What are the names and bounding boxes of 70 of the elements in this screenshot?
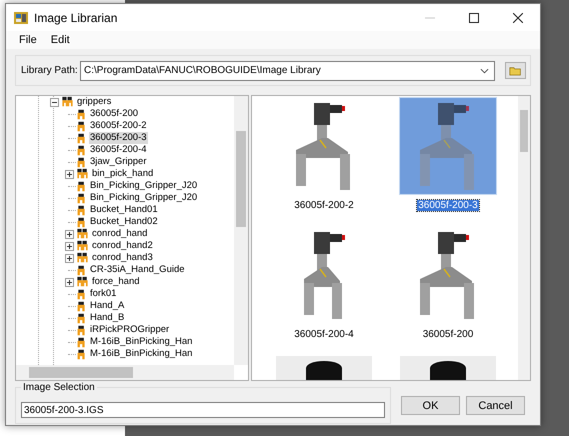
image-selection-label: Image Selection xyxy=(21,382,97,393)
gripper-icon xyxy=(76,300,87,312)
gripper-icon xyxy=(76,108,87,120)
expand-icon[interactable] xyxy=(64,254,74,262)
expand-icon[interactable] xyxy=(64,230,74,238)
gripper-group-icon xyxy=(76,276,89,288)
gripper-icon xyxy=(76,132,87,144)
tree-item[interactable]: force_hand xyxy=(91,276,141,288)
tree-item[interactable]: 36005f-200-3 xyxy=(89,132,148,144)
gripper-icon xyxy=(76,336,87,348)
menu-item[interactable]: Edit xyxy=(44,34,77,46)
tree-item[interactable]: 36005f-200 xyxy=(89,108,140,120)
scrollbar[interactable] xyxy=(234,96,248,365)
dialog-button[interactable]: Cancel xyxy=(466,396,525,415)
dialog-button[interactable]: OK xyxy=(401,396,460,415)
tree-item[interactable]: Bin_Picking_Gripper_J20 xyxy=(89,180,198,192)
thumbnail-label[interactable]: 36005f-200-3 xyxy=(417,200,479,211)
gripper-icon xyxy=(76,144,87,156)
gripper-icon xyxy=(76,216,87,228)
app-icon xyxy=(13,10,29,26)
gripper-icon xyxy=(76,156,87,168)
gripper-group-icon xyxy=(76,240,89,252)
tree-item[interactable]: Hand_B xyxy=(89,312,126,324)
tree-item[interactable]: conrod_hand2 xyxy=(91,240,154,252)
tree-item[interactable]: Bucket_Hand02 xyxy=(89,216,159,228)
gripper-group-icon xyxy=(61,96,74,108)
image-selection-field[interactable]: 36005f-200-3.IGS xyxy=(21,402,385,418)
gripper-icon xyxy=(76,312,87,324)
tree-item[interactable]: M-16iB_BinPicking_Han xyxy=(89,348,194,360)
gripper-icon xyxy=(76,264,87,276)
gripper-icon xyxy=(76,348,87,360)
tree-item[interactable]: 36005f-200-4 xyxy=(89,144,148,156)
library-path-dropdown[interactable]: C:\ProgramData\FANUC\ROBOGUIDE\Image Library xyxy=(80,60,495,80)
gripper-icon xyxy=(76,192,87,204)
gripper-icon xyxy=(76,120,87,132)
gripper-icon xyxy=(76,180,87,192)
tree-item[interactable]: fork01 xyxy=(89,288,118,300)
thumbnail-label[interactable]: 36005f-200-2 xyxy=(293,200,355,211)
tree-item[interactable]: Hand_A xyxy=(89,300,126,312)
tree-item[interactable]: Bucket_Hand01 xyxy=(89,204,159,216)
scrollbar[interactable] xyxy=(16,365,234,380)
gripper-icon xyxy=(76,324,87,336)
tree-item[interactable]: grippers xyxy=(76,96,112,108)
expand-icon[interactable] xyxy=(64,278,74,286)
window-title: Image Librarian xyxy=(34,10,118,24)
tree-item[interactable]: conrod_hand xyxy=(91,228,148,240)
tree-item[interactable]: CR-35iA_Hand_Guide xyxy=(89,264,186,276)
tree-item[interactable]: Bin_Picking_Gripper_J20 xyxy=(89,192,198,204)
tree-item[interactable]: 36005f-200-2 xyxy=(89,120,148,132)
caret-icon xyxy=(480,68,489,74)
expand-icon[interactable] xyxy=(64,242,74,250)
thumbnail-label[interactable]: 36005f-200 xyxy=(422,329,474,340)
expand-icon[interactable] xyxy=(64,170,74,178)
folder-icon xyxy=(509,66,522,76)
tree-item[interactable]: M-16iB_BinPicking_Han xyxy=(89,336,194,348)
collapse-icon[interactable] xyxy=(50,98,58,106)
gripper-icon xyxy=(76,204,87,216)
tree-item[interactable]: bin_pick_hand xyxy=(91,168,154,180)
thumbnail-label[interactable]: 36005f-200-4 xyxy=(293,329,355,340)
browse-button[interactable] xyxy=(505,62,526,79)
gripper-group-icon xyxy=(76,168,89,180)
menu-item[interactable]: File xyxy=(12,34,44,46)
library-path-label: Library Path: xyxy=(21,65,79,76)
scrollbar[interactable] xyxy=(518,96,530,380)
gripper-group-icon xyxy=(76,252,89,264)
tree-item[interactable]: conrod_hand3 xyxy=(91,252,154,264)
tree-item[interactable]: 3jaw_Gripper xyxy=(89,156,148,168)
gripper-icon xyxy=(76,288,87,300)
gripper-group-icon xyxy=(76,228,89,240)
tree-item[interactable]: iRPickPROGripper xyxy=(89,324,170,336)
